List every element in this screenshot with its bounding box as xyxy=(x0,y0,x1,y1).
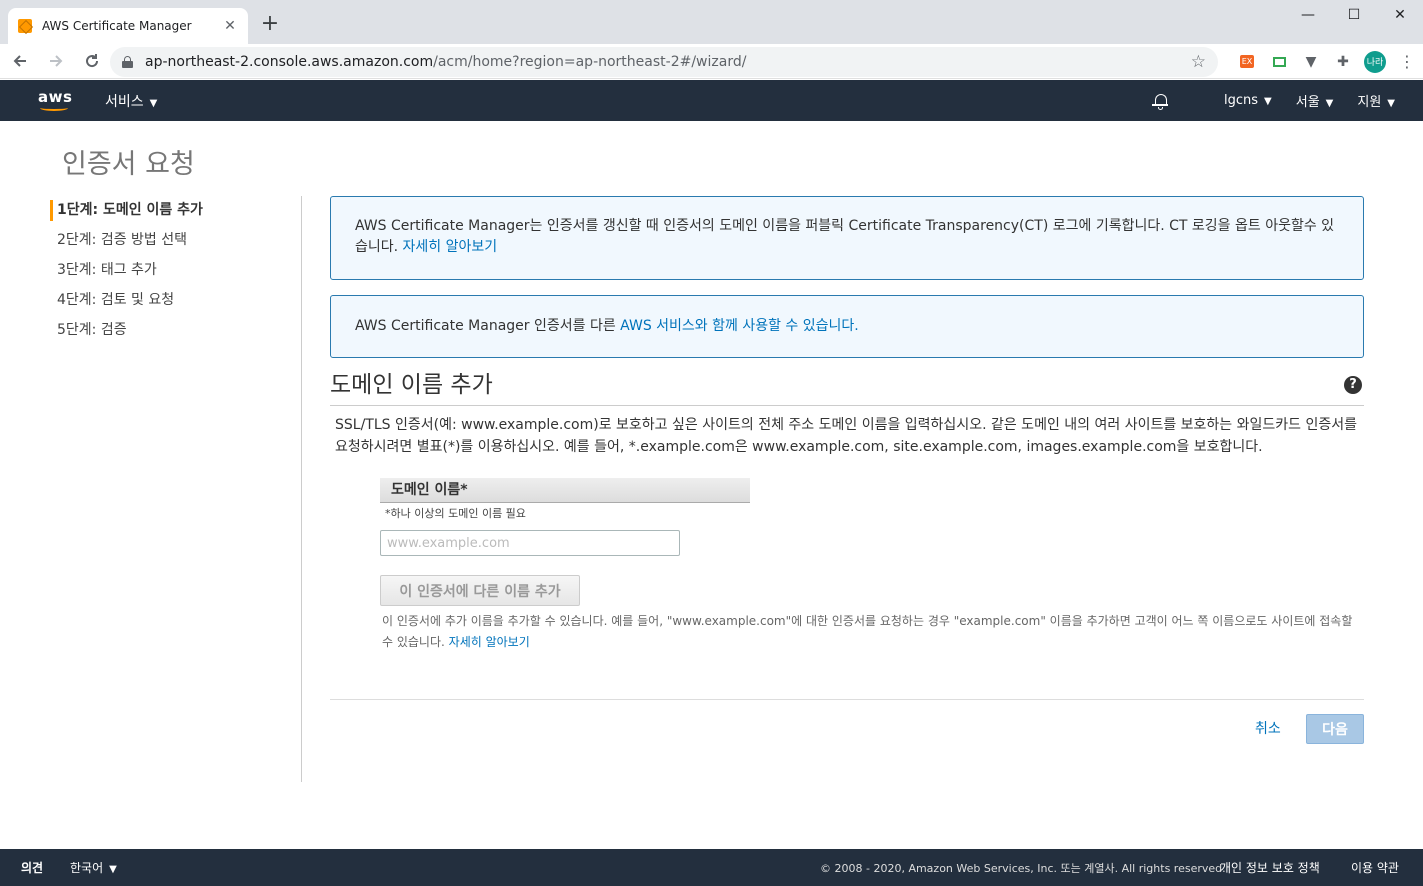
browser-menu-icon[interactable]: ⋮ xyxy=(1391,46,1423,78)
url-host: ap-northeast-2.console.aws.amazon.com xyxy=(145,54,434,70)
section-description: SSL/TLS 인증서(예: www.example.com)로 보호하고 싶은… xyxy=(335,417,1358,455)
next-button[interactable]: 다음 xyxy=(1306,714,1364,744)
caret-down-icon: ▼ xyxy=(1387,98,1395,109)
add-another-name-button[interactable]: 이 인증서에 다른 이름 추가 xyxy=(380,575,580,606)
domain-name-hint: *하나 이상의 도메인 이름 필요 xyxy=(385,507,526,520)
step-4: 4단계: 검토 및 요청 xyxy=(57,292,175,308)
reload-button[interactable] xyxy=(76,45,108,77)
maximize-button[interactable]: ☐ xyxy=(1331,0,1377,30)
account-label: lgcns xyxy=(1224,93,1259,108)
services-alert-text: AWS Certificate Manager 인증서를 다른 xyxy=(355,318,616,334)
step-2: 2단계: 검증 방법 선택 xyxy=(57,232,188,248)
step-5: 5단계: 검증 xyxy=(57,322,127,338)
extension-1-label: EX xyxy=(1239,55,1255,68)
caret-down-icon: ▼ xyxy=(109,864,117,875)
section-title: 도메인 이름 추가 xyxy=(330,372,493,398)
forward-button[interactable] xyxy=(40,45,72,77)
footer: 의견 한국어 ▼ © 2008 - 2020, Amazon Web Servic… xyxy=(0,849,1423,886)
browser-toolbar: ap-northeast-2.console.aws.amazon.com/ac… xyxy=(0,44,1423,79)
minimize-button[interactable]: — xyxy=(1285,0,1331,30)
page-title: 인증서 요청 xyxy=(62,149,195,180)
privacy-link[interactable]: 개인 정보 보호 정책 xyxy=(1220,859,1320,876)
bookmark-star-icon[interactable]: ☆ xyxy=(1191,52,1206,72)
wizard-steps: 1단계: 도메인 이름 추가 2단계: 검증 방법 선택 3단계: 태그 추가 … xyxy=(50,200,300,350)
add-name-learn-more-link[interactable]: 자세히 알아보기 xyxy=(449,635,530,649)
caret-down-icon: ▼ xyxy=(1264,96,1272,107)
step-3: 3단계: 태그 추가 xyxy=(57,262,157,278)
help-icon[interactable]: ? xyxy=(1344,376,1362,394)
extension-1-icon[interactable]: EX xyxy=(1231,46,1263,78)
services-menu[interactable]: 서비스 ▼ xyxy=(105,91,157,111)
back-arrow-icon xyxy=(13,55,26,67)
extension-3-icon[interactable]: ▼ xyxy=(1295,46,1327,78)
add-name-description: 이 인증서에 추가 이름을 추가할 수 있습니다. 예를 들어, "www.ex… xyxy=(382,611,1362,653)
url-path: /acm/home?region=ap-northeast-2#/wizard/ xyxy=(433,54,747,70)
address-bar[interactable]: ap-northeast-2.console.aws.amazon.com/ac… xyxy=(110,47,1218,77)
extension-2-shape xyxy=(1272,56,1286,67)
ct-learn-more-link[interactable]: 자세히 알아보기 xyxy=(403,239,498,255)
terms-link[interactable]: 이용 약관 xyxy=(1351,859,1399,876)
ct-logging-alert: AWS Certificate Manager는 인증서를 갱신할 때 인증서의… xyxy=(330,196,1364,280)
browser-tabstrip: AWS Certificate Manager ✕ + — ☐ ✕ xyxy=(0,0,1423,44)
window-controls: — ☐ ✕ xyxy=(1285,0,1423,30)
caret-down-icon: ▼ xyxy=(1325,98,1334,109)
aws-services-link[interactable]: AWS 서비스와 함께 사용할 수 있습니다. xyxy=(620,318,859,334)
extension-2-icon[interactable] xyxy=(1263,46,1295,78)
account-menu[interactable]: lgcns ▼ xyxy=(1224,93,1272,108)
avatar: 나라 xyxy=(1364,50,1386,73)
support-label: 지원 xyxy=(1357,95,1382,110)
section-header: 도메인 이름 추가 ? xyxy=(330,368,1364,406)
back-button[interactable] xyxy=(4,45,36,77)
aws-logo[interactable]: aws xyxy=(38,88,72,114)
tab-title: AWS Certificate Manager xyxy=(42,19,192,33)
bell-icon[interactable] xyxy=(1152,92,1170,110)
cancel-link[interactable]: 취소 xyxy=(1255,718,1281,738)
step-1[interactable]: 1단계: 도메인 이름 추가 xyxy=(50,200,300,221)
extensions-puzzle-icon[interactable]: ✚ xyxy=(1327,46,1359,78)
aws-smile-icon xyxy=(40,105,68,111)
aws-top-nav: aws 서비스 ▼ lgcns ▼ 서울 ▼ 지원 ▼ xyxy=(0,80,1423,121)
new-tab-button[interactable]: + xyxy=(258,12,282,36)
profile-button[interactable]: 나라 xyxy=(1359,46,1391,78)
ct-alert-text: AWS Certificate Manager는 인증서를 갱신할 때 인증서의… xyxy=(355,218,1335,255)
caret-down-icon: ▼ xyxy=(149,98,158,109)
domain-name-input[interactable] xyxy=(380,530,680,556)
feedback-link[interactable]: 의견 xyxy=(21,859,43,876)
tab-close-icon[interactable]: ✕ xyxy=(222,18,238,34)
services-alert-line: AWS Certificate Manager 인증서를 다른 AWS 서비스와… xyxy=(355,316,859,337)
actions-divider xyxy=(330,699,1364,700)
language-selector[interactable]: 한국어 ▼ xyxy=(70,859,117,876)
bell-clapper xyxy=(1158,106,1164,110)
nav-right: lgcns ▼ 서울 ▼ 지원 ▼ xyxy=(1152,80,1395,121)
reload-icon xyxy=(86,54,99,68)
lock-icon[interactable] xyxy=(122,56,133,68)
aws-favicon-icon xyxy=(18,19,32,33)
aws-logo-text: aws xyxy=(38,88,73,106)
url-text[interactable]: ap-northeast-2.console.aws.amazon.com/ac… xyxy=(145,54,1191,70)
copyright: © 2008 - 2020, Amazon Web Services, Inc.… xyxy=(820,862,1226,875)
forward-arrow-icon xyxy=(50,55,63,67)
close-window-button[interactable]: ✕ xyxy=(1377,0,1423,30)
services-alert: AWS Certificate Manager 인증서를 다른 AWS 서비스와… xyxy=(330,295,1364,358)
steps-divider xyxy=(301,196,302,782)
language-label: 한국어 xyxy=(70,861,104,875)
domain-name-label: 도메인 이름* xyxy=(380,478,750,503)
region-menu[interactable]: 서울 ▼ xyxy=(1296,91,1334,110)
extensions-area: EX ▼ ✚ 나라 ⋮ xyxy=(1231,44,1423,79)
services-label: 서비스 xyxy=(105,94,144,110)
support-menu[interactable]: 지원 ▼ xyxy=(1357,91,1395,110)
region-label: 서울 xyxy=(1295,95,1320,110)
browser-tab[interactable]: AWS Certificate Manager ✕ xyxy=(8,8,248,44)
